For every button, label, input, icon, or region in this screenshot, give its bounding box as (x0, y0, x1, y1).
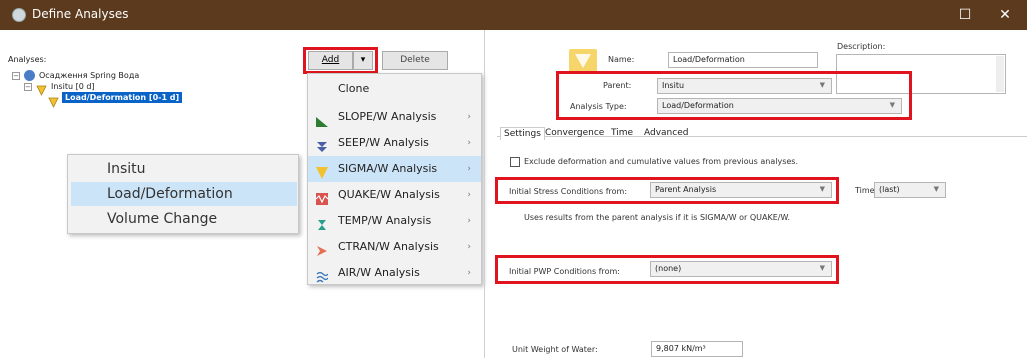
seep-w-icon (316, 137, 328, 152)
pwp-highlight-box (495, 255, 839, 284)
maximize-button[interactable]: ☐ (945, 0, 985, 30)
tree-item-insitu[interactable]: Insitu [0 d] (51, 82, 95, 91)
close-button[interactable]: ✕ (985, 0, 1025, 30)
submenu-item-volume-change[interactable]: Volume Change (71, 207, 297, 231)
tab-time[interactable]: Time (611, 128, 633, 138)
chevron-right-icon: › (467, 190, 471, 200)
settings-panel (497, 136, 1027, 358)
sigma-w-icon (316, 163, 328, 179)
parent-type-highlight-box (556, 71, 912, 120)
menu-item-clone[interactable]: Clone (308, 76, 481, 102)
add-highlight-box (303, 47, 378, 74)
temp-w-icon (316, 215, 328, 230)
exclude-checkbox-label: Exclude deformation and cumulative value… (524, 157, 799, 166)
chevron-right-icon: › (467, 112, 471, 122)
sigma-submenu: Insitu Load/Deformation Volume Change (67, 154, 299, 234)
menu-item-slope-w[interactable]: SLOPE/W Analysis › (308, 104, 481, 130)
chevron-right-icon: › (467, 242, 471, 252)
menu-item-quake-w[interactable]: QUAKE/W Analysis › (308, 182, 481, 208)
description-label: Description: (837, 42, 886, 51)
stress-note: Uses results from the parent analysis if… (524, 213, 790, 222)
name-input[interactable]: Load/Deformation (668, 52, 818, 68)
unit-weight-input[interactable]: 9,807 kN/m³ (651, 341, 743, 357)
analysis-icon (48, 93, 59, 108)
delete-button[interactable]: Delete (382, 51, 448, 70)
tab-settings[interactable]: Settings (500, 127, 545, 140)
tree-item-load-deformation[interactable]: Load/Deformation [0-1 d] (62, 92, 183, 103)
quake-w-icon (315, 189, 329, 205)
submenu-item-insitu[interactable]: Insitu (71, 157, 297, 181)
exclude-checkbox[interactable] (510, 157, 520, 167)
menu-item-ctran-w[interactable]: CTRAN/W Analysis › (308, 234, 481, 260)
chevron-right-icon: › (467, 138, 471, 148)
chevron-right-icon: › (467, 164, 471, 174)
analysis-icon (36, 81, 47, 96)
tree-item-root[interactable]: Осадження Spring Вода (39, 71, 139, 80)
menu-item-temp-w[interactable]: TEMP/W Analysis › (308, 208, 481, 234)
submenu-item-load-deformation[interactable]: Load/Deformation (71, 182, 297, 206)
air-w-icon (316, 267, 329, 283)
app-icon (12, 8, 26, 22)
analyses-label: Analyses: (8, 55, 47, 64)
project-icon (24, 70, 35, 81)
chevron-right-icon: › (467, 268, 471, 278)
time-value: (last) (879, 185, 900, 194)
menu-item-air-w[interactable]: AIR/W Analysis › (308, 260, 481, 286)
ctran-w-icon (316, 241, 328, 256)
chevron-down-icon: ▼ (933, 185, 939, 193)
description-scrollbar[interactable] (996, 56, 1004, 92)
window-title: Define Analyses (32, 7, 129, 21)
unit-weight-label: Unit Weight of Water: (512, 345, 598, 354)
chevron-right-icon: › (467, 216, 471, 226)
tab-convergence[interactable]: Convergence (545, 128, 604, 138)
name-label: Name: (608, 55, 635, 64)
menu-item-seep-w[interactable]: SEEP/W Analysis › (308, 130, 481, 156)
title-bar (0, 0, 1027, 30)
collapse-toggle-icon[interactable]: − (24, 83, 32, 91)
add-menu: Clone SLOPE/W Analysis › SEEP/W Analysis… (307, 73, 482, 285)
analysis-type-icon (569, 49, 597, 73)
collapse-toggle-icon[interactable]: − (12, 72, 20, 80)
menu-item-sigma-w[interactable]: SIGMA/W Analysis › (308, 156, 481, 182)
tab-advanced[interactable]: Advanced (644, 128, 688, 138)
pane-divider (484, 30, 485, 358)
time-dropdown[interactable]: (last) ▼ (874, 182, 946, 198)
slope-w-icon (316, 111, 328, 127)
stress-highlight-box (495, 177, 839, 204)
